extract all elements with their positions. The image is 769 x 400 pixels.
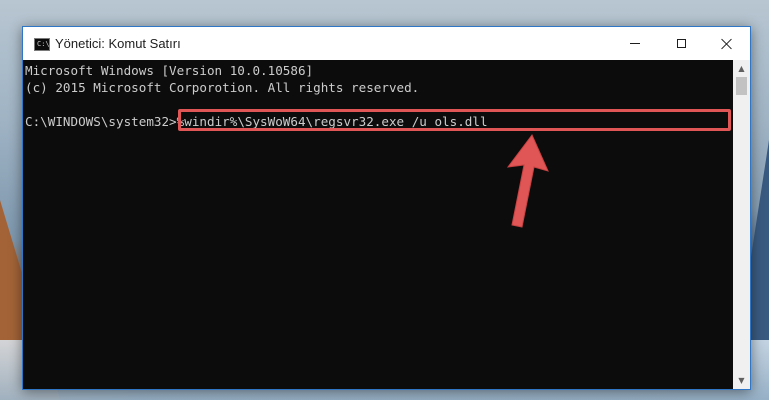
- pointer-arrow-icon: [506, 134, 549, 228]
- cmd-app-icon: C:\: [34, 38, 50, 51]
- vertical-scrollbar[interactable]: ▲ ▼: [733, 60, 750, 389]
- command-highlight-box: [178, 109, 731, 131]
- maximize-button[interactable]: [658, 27, 704, 60]
- console-line-copyright: (c) 2015 Microsoft Corporotion. All righ…: [25, 80, 420, 95]
- scroll-thumb[interactable]: [736, 77, 747, 95]
- maximize-icon: [676, 39, 686, 48]
- minimize-icon: [630, 43, 640, 44]
- command-prompt-window[interactable]: C:\ Yönetici: Komut Satırı Microsoft Win…: [22, 26, 751, 390]
- close-button[interactable]: [704, 27, 750, 60]
- close-icon: [721, 38, 733, 50]
- scroll-up-arrow-icon[interactable]: ▲: [733, 60, 750, 77]
- console-area[interactable]: Microsoft Windows [Version 10.0.10586] (…: [23, 60, 733, 389]
- console-line-version: Microsoft Windows [Version 10.0.10586]: [25, 63, 314, 78]
- title-bar[interactable]: C:\ Yönetici: Komut Satırı: [23, 27, 750, 60]
- minimize-button[interactable]: [612, 27, 658, 60]
- scroll-down-arrow-icon[interactable]: ▼: [733, 372, 750, 389]
- console-prompt: C:\WINDOWS\system32>: [25, 114, 177, 129]
- window-title: Yönetici: Komut Satırı: [55, 36, 181, 51]
